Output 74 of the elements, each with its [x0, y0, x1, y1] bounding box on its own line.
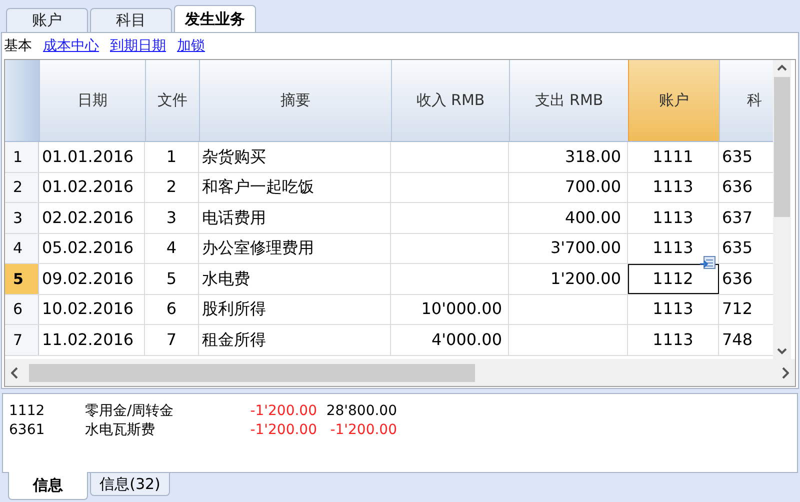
amount: -1'200.00 [249, 421, 317, 440]
account-name: 零用金/周转金 [85, 402, 175, 421]
tab[interactable]: 科目 [90, 8, 172, 32]
table-cell: 7 [145, 325, 199, 354]
table-cell: 1111 [628, 142, 719, 172]
table-cell: 5 [145, 264, 199, 294]
balance: 28'800.00 [325, 402, 397, 421]
table-cell: 2 [145, 172, 199, 202]
scroll-down-icon[interactable] [777, 348, 787, 355]
table-cell: 3 [145, 203, 199, 232]
scroll-up-icon[interactable] [777, 64, 787, 71]
table-cell: 318.00 [509, 142, 628, 172]
tab[interactable]: 信息(32) [90, 473, 170, 496]
tab[interactable]: 发生业务 [174, 5, 256, 32]
table-cell: 4'000.00 [391, 325, 509, 354]
view-link[interactable]: 加锁 [177, 36, 205, 56]
table-cell: 11.02.2016 [39, 325, 145, 354]
account-number: 1112 [9, 402, 46, 421]
amount: -1'200.00 [249, 402, 317, 421]
table-cell: 01.01.2016 [39, 142, 145, 172]
table-cell: 1112 [628, 264, 719, 294]
column-header[interactable]: 文件 [145, 60, 199, 141]
row-number[interactable]: 1 [5, 142, 39, 172]
balance: -1'200.00 [329, 421, 397, 440]
row-number[interactable]: 4 [5, 234, 39, 263]
horizontal-scrollbar[interactable] [5, 359, 795, 386]
table-cell: 租金所得 [199, 325, 391, 354]
scroll-left-icon[interactable] [11, 366, 19, 378]
vertical-scrollbar[interactable] [773, 60, 791, 359]
table-cell: 10'000.00 [391, 294, 509, 324]
table-cell: 1113 [628, 172, 719, 202]
table-cell: 杂货购买 [199, 142, 391, 172]
table-cell: 10.02.2016 [39, 294, 145, 324]
table-cell: 股利所得 [199, 294, 391, 324]
table-cell: 办公室修理费用 [199, 234, 391, 263]
table-cell: 水电费 [199, 264, 391, 294]
list-icon[interactable] [700, 256, 716, 270]
table-cell: 05.02.2016 [39, 234, 145, 263]
view-link[interactable]: 到期日期 [110, 36, 166, 56]
table-cell: 1 [145, 142, 199, 172]
column-header[interactable]: 收入 RMB [391, 60, 509, 141]
table-cell: 09.02.2016 [39, 264, 145, 294]
table-cell: 1'200.00 [509, 264, 628, 294]
table-cell: 400.00 [509, 203, 628, 232]
view-link[interactable]: 成本中心 [43, 36, 99, 56]
column-header[interactable]: 科 [719, 60, 773, 141]
row-number[interactable]: 7 [5, 325, 39, 354]
account-number: 6361 [9, 421, 46, 440]
table-cell: 700.00 [509, 172, 628, 202]
row-number[interactable]: 6 [5, 294, 39, 324]
table-cell: 1113 [628, 325, 719, 354]
row-number[interactable]: 2 [5, 172, 39, 202]
table-cell: 4 [145, 234, 199, 263]
table-cell: 和客户一起吃饭 [199, 172, 391, 202]
table-cell: 1113 [628, 294, 719, 324]
column-header[interactable]: 支出 RMB [509, 60, 628, 141]
table-cell: 电话费用 [199, 203, 391, 232]
tab[interactable]: 账户 [6, 8, 88, 32]
row-number[interactable]: 5 [5, 264, 39, 294]
tab[interactable]: 信息 [8, 472, 88, 500]
table-cell: 3'700.00 [509, 234, 628, 263]
scroll-thumb[interactable] [774, 77, 790, 217]
table-cell: 02.02.2016 [39, 203, 145, 232]
view-link[interactable]: 基本 [4, 36, 32, 56]
scroll-thumb[interactable] [29, 364, 475, 382]
column-header[interactable]: 账户 [628, 60, 719, 141]
table-cell: 1113 [628, 203, 719, 232]
scroll-right-icon[interactable] [781, 366, 789, 378]
column-header[interactable]: 摘要 [199, 60, 391, 141]
row-number[interactable]: 3 [5, 203, 39, 232]
table-cell: 6 [145, 294, 199, 324]
account-name: 水电瓦斯费 [85, 421, 156, 440]
table-cell: 01.02.2016 [39, 172, 145, 202]
column-header[interactable]: 日期 [39, 60, 145, 141]
